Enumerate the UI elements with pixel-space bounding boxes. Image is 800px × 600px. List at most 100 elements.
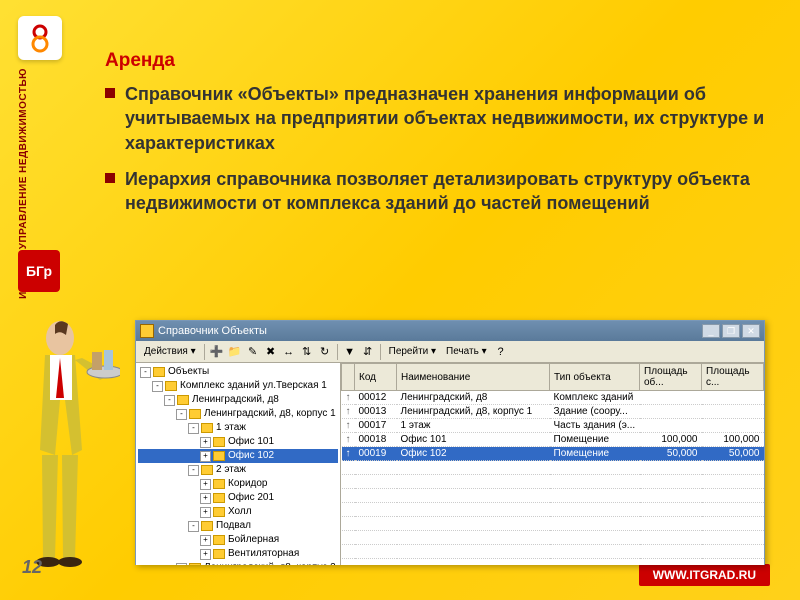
tree-node[interactable]: + Офис 102 xyxy=(138,449,338,463)
window-titlebar[interactable]: Справочник Объекты _ ❐ ✕ xyxy=(136,321,764,341)
table-row[interactable]: ↑00018Офис 101Помещение100,000100,000 xyxy=(342,433,764,447)
goto-menu[interactable]: Перейти ▾ xyxy=(385,346,440,357)
hierarchy-icon[interactable]: ⇅ xyxy=(299,344,315,360)
logo-8-icon xyxy=(18,16,62,60)
expand-icon[interactable]: + xyxy=(200,507,211,518)
tree-node[interactable]: - 2 этаж xyxy=(138,463,338,477)
tree-node[interactable]: + Вентиляторная xyxy=(138,547,338,561)
column-header[interactable]: Наименование xyxy=(397,364,550,391)
table-cell xyxy=(640,405,702,419)
tree-node[interactable]: + Коридор xyxy=(138,477,338,491)
column-header[interactable] xyxy=(342,364,355,391)
collapse-icon[interactable]: - xyxy=(140,367,151,378)
column-header[interactable]: Код xyxy=(355,364,397,391)
table-row[interactable]: ↑00019Офис 102Помещение50,00050,000 xyxy=(342,447,764,461)
table-cell: 50,000 xyxy=(702,447,764,461)
expand-icon[interactable]: + xyxy=(200,437,211,448)
table-row[interactable]: ↑000171 этажЧасть здания (э... xyxy=(342,419,764,433)
folder-icon xyxy=(213,479,225,489)
expand-icon[interactable]: + xyxy=(200,451,211,462)
table-cell: Ленинградский, д8, корпус 1 xyxy=(397,405,550,419)
tree-node[interactable]: +Офис 101 xyxy=(138,435,338,449)
table-cell: Офис 102 xyxy=(397,447,550,461)
tree-node[interactable]: -Подвал xyxy=(138,519,338,533)
table-cell: ↑ xyxy=(342,405,355,419)
collapse-icon[interactable]: - xyxy=(176,409,187,420)
folder-icon xyxy=(213,507,225,517)
tree-node[interactable]: - Ленинградский, д8, корпус 1 xyxy=(138,407,338,421)
tree-node[interactable]: - 1 этаж xyxy=(138,421,338,435)
collapse-icon[interactable]: - xyxy=(164,395,175,406)
tree-pane[interactable]: -Объекты-Комплекс зданий ул.Тверская 1-Л… xyxy=(136,363,341,565)
table-row-empty xyxy=(342,517,764,531)
tree-node[interactable]: -Объекты xyxy=(138,365,338,379)
edit-icon[interactable]: ✎ xyxy=(245,344,261,360)
table-row-empty xyxy=(342,503,764,517)
collapse-icon[interactable]: - xyxy=(152,381,163,392)
slide-title: Аренда xyxy=(105,50,770,72)
expand-icon[interactable]: + xyxy=(200,493,211,504)
refresh-icon[interactable]: ↻ xyxy=(317,344,333,360)
table-cell: 00019 xyxy=(355,447,397,461)
table-cell xyxy=(640,391,702,405)
tree-node-label: Коридор xyxy=(228,477,268,491)
tree-node-label: Комплекс зданий ул.Тверская 1 xyxy=(180,379,327,393)
tree-node[interactable]: +Офис 201 xyxy=(138,491,338,505)
expand-icon[interactable]: + xyxy=(200,549,211,560)
table-cell: Ленинградский, д8 xyxy=(397,391,550,405)
table-cell: ↑ xyxy=(342,391,355,405)
folder-icon xyxy=(213,493,225,503)
table-cell xyxy=(640,419,702,433)
close-button[interactable]: ✕ xyxy=(742,324,760,338)
table-cell: ↑ xyxy=(342,447,355,461)
tree-node[interactable]: - Комплекс зданий ул.Тверская 1 xyxy=(138,379,338,393)
expand-icon[interactable]: + xyxy=(176,563,187,566)
table-cell: Офис 101 xyxy=(397,433,550,447)
sort-icon[interactable]: ⇵ xyxy=(360,344,376,360)
table-cell xyxy=(702,419,764,433)
table-row[interactable]: ↑00013Ленинградский, д8, корпус 1Здание … xyxy=(342,405,764,419)
table-row[interactable]: ↑00012Ленинградский, д8Комплекс зданий xyxy=(342,391,764,405)
column-header[interactable]: Тип объекта xyxy=(550,364,640,391)
tree-node[interactable]: -Ленинградский, д8 xyxy=(138,393,338,407)
tree-node-label: Офис 102 xyxy=(228,449,274,463)
tree-node[interactable]: +Бойлерная xyxy=(138,533,338,547)
collapse-icon[interactable]: - xyxy=(188,465,199,476)
help-icon[interactable]: ? xyxy=(493,344,509,360)
table-cell: Здание (соору... xyxy=(550,405,640,419)
tree-node-label: Вентиляторная xyxy=(228,547,299,561)
data-grid: КодНаименованиеТип объектаПлощадь об...П… xyxy=(341,363,764,565)
folder-icon xyxy=(201,521,213,531)
add-folder-icon[interactable]: 📁 xyxy=(227,344,243,360)
add-icon[interactable]: ➕ xyxy=(209,344,225,360)
folder-icon xyxy=(213,535,225,545)
expand-icon[interactable]: + xyxy=(200,479,211,490)
column-header[interactable]: Площадь с... xyxy=(702,364,764,391)
footer-url: WWW.ITGRAD.RU xyxy=(639,564,770,586)
collapse-icon[interactable]: - xyxy=(188,423,199,434)
filter-icon[interactable]: ▼ xyxy=(342,344,358,360)
bullet-item: Справочник «Объекты» предназначен хранен… xyxy=(105,82,770,155)
tree-node-label: Ленинградский, д8, корпус 1 xyxy=(204,407,336,421)
minimize-button[interactable]: _ xyxy=(702,324,720,338)
folder-icon xyxy=(177,395,189,405)
table-cell: 00012 xyxy=(355,391,397,405)
toolbar-separator xyxy=(204,344,205,360)
maximize-button[interactable]: ❐ xyxy=(722,324,740,338)
tree-node[interactable]: +Холл xyxy=(138,505,338,519)
print-menu[interactable]: Печать ▾ xyxy=(442,346,491,357)
actions-menu[interactable]: Действия ▾ xyxy=(140,346,200,357)
tree-node[interactable]: +Ленинградский, д8, корпус 2 xyxy=(138,561,338,565)
delete-icon[interactable]: ✖ xyxy=(263,344,279,360)
move-icon[interactable]: ↔ xyxy=(281,344,297,360)
folder-icon xyxy=(201,423,213,433)
column-header[interactable]: Площадь об... xyxy=(640,364,702,391)
folder-icon xyxy=(213,451,225,461)
tree-node-label: 2 этаж xyxy=(216,463,246,477)
folder-icon xyxy=(201,465,213,475)
tree-node-label: 1 этаж xyxy=(216,421,246,435)
collapse-icon[interactable]: - xyxy=(188,521,199,532)
table-cell xyxy=(702,391,764,405)
grid-pane[interactable]: КодНаименованиеТип объектаПлощадь об...П… xyxy=(341,363,764,565)
expand-icon[interactable]: + xyxy=(200,535,211,546)
